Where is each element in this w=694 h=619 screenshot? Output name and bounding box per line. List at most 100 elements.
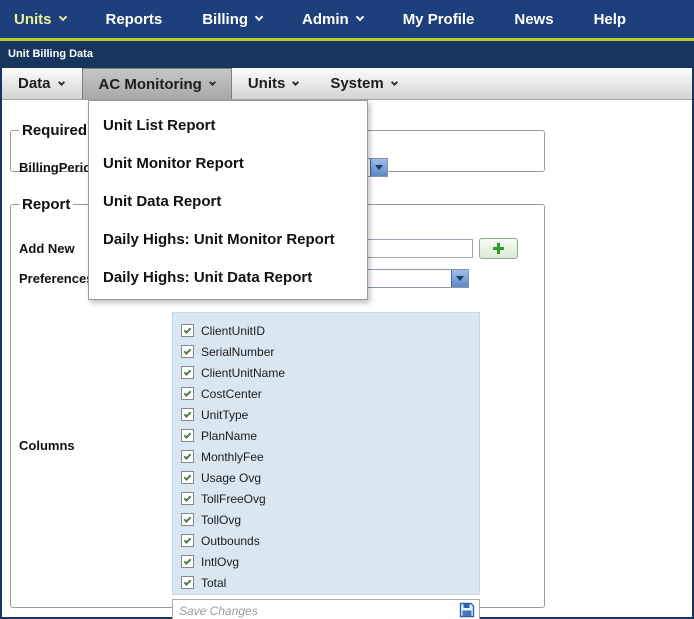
column-row: UnitType — [181, 404, 479, 425]
menu-item-system[interactable]: System — [314, 68, 412, 99]
column-row: Usage Ovg — [181, 467, 479, 488]
check-icon — [183, 577, 192, 586]
chevron-down-icon — [292, 78, 300, 86]
nav-item-news[interactable]: News — [494, 0, 573, 38]
column-label: ClientUnitID — [201, 323, 266, 338]
dropdown-item-unit-monitor-report[interactable]: Unit Monitor Report — [89, 144, 367, 182]
column-row: ClientUnitID — [181, 320, 479, 341]
add-button[interactable] — [479, 238, 518, 259]
required-section-legend: Required — [22, 122, 88, 139]
nav-item-units[interactable]: Units — [0, 0, 86, 38]
check-icon — [183, 451, 192, 460]
nav-item-label: My Profile — [402, 10, 475, 28]
checkbox[interactable] — [181, 576, 194, 589]
chevron-down-icon[interactable] — [451, 270, 468, 287]
nav-item-label: Units — [14, 10, 52, 28]
check-icon — [183, 409, 192, 418]
nav-item-my-profile[interactable]: My Profile — [383, 0, 495, 38]
checkbox[interactable] — [181, 492, 194, 505]
nav-item-reports[interactable]: Reports — [86, 0, 183, 38]
triangle-glyph — [375, 165, 383, 170]
check-icon — [183, 472, 192, 481]
report-menubar: Data AC Monitoring Units System — [2, 68, 692, 100]
save-icon[interactable] — [459, 602, 475, 618]
top-navigation: Units Reports Billing Admin My Profile N… — [0, 0, 694, 41]
column-row: Total — [181, 572, 479, 593]
column-label: UnitType — [201, 407, 249, 422]
nav-item-label: Reports — [105, 10, 163, 28]
check-icon — [183, 388, 192, 397]
chevron-down-icon — [58, 12, 67, 22]
menu-item-data[interactable]: Data — [2, 68, 82, 99]
plus-icon — [493, 243, 504, 254]
menu-item-ac-monitoring[interactable]: AC Monitoring — [81, 68, 232, 99]
check-icon — [183, 430, 192, 439]
column-label: ClientUnitName — [201, 365, 286, 380]
column-row: IntlOvg — [181, 551, 479, 572]
checkbox[interactable] — [181, 387, 194, 400]
column-row: CostCenter — [181, 383, 479, 404]
column-label: TollOvg — [201, 512, 242, 527]
dropdown-item-daily-highs-unit-data-report[interactable]: Daily Highs: Unit Data Report — [89, 258, 367, 296]
checkbox[interactable] — [181, 324, 194, 337]
check-icon — [183, 346, 192, 355]
column-row: SerialNumber — [181, 341, 479, 362]
checkbox[interactable] — [181, 450, 194, 463]
column-label: Outbounds — [201, 533, 260, 548]
content-area: Data AC Monitoring Units System Required — [2, 68, 692, 619]
column-label: TollFreeOvg — [201, 491, 266, 506]
save-changes-field — [172, 599, 480, 619]
dropdown-item-unit-data-report[interactable]: Unit Data Report — [89, 182, 367, 220]
page-title: Unit Billing Data — [8, 48, 93, 60]
column-row: TollOvg — [181, 509, 479, 530]
menu-item-units[interactable]: Units — [232, 68, 315, 99]
check-icon — [183, 556, 192, 565]
nav-item-admin[interactable]: Admin — [282, 0, 383, 38]
menu-item-label: AC Monitoring — [98, 75, 202, 93]
ac-monitoring-dropdown-menu: Unit List Report Unit Monitor Report Uni… — [88, 100, 368, 300]
checkbox[interactable] — [181, 471, 194, 484]
column-label: SerialNumber — [201, 344, 275, 359]
check-icon — [183, 325, 192, 334]
save-changes-input[interactable] — [172, 599, 480, 619]
triangle-glyph — [456, 276, 464, 281]
checkbox[interactable] — [181, 555, 194, 568]
content-frame: Unit Billing Data Data AC Monitoring Uni… — [0, 41, 694, 619]
nav-item-label: News — [514, 10, 554, 28]
dropdown-item-unit-list-report[interactable]: Unit List Report — [89, 106, 367, 144]
column-row: PlanName — [181, 425, 479, 446]
nav-item-label: Admin — [302, 10, 349, 28]
column-row: MonthlyFee — [181, 446, 479, 467]
column-row: Outbounds — [181, 530, 479, 551]
app-window: Units Reports Billing Admin My Profile N… — [0, 0, 694, 619]
column-label: PlanName — [201, 428, 258, 443]
dropdown-item-daily-highs-unit-monitor-report[interactable]: Daily Highs: Unit Monitor Report — [89, 220, 367, 258]
chevron-down-icon — [390, 78, 398, 86]
checkbox[interactable] — [181, 513, 194, 526]
menu-item-label: Data — [18, 75, 51, 92]
chevron-down-icon — [355, 12, 364, 22]
checkbox[interactable] — [181, 366, 194, 379]
preferences-label: Preferences — [19, 271, 94, 286]
menu-item-label: Units — [247, 75, 286, 92]
checkbox[interactable] — [181, 345, 194, 358]
columns-checkbox-list: ClientUnitID SerialNumber ClientUnitName… — [172, 312, 480, 595]
nav-item-help[interactable]: Help — [574, 0, 647, 38]
chevron-down-icon — [254, 12, 264, 22]
checkbox[interactable] — [181, 429, 194, 442]
column-row: ClientUnitName — [181, 362, 479, 383]
chevron-down-icon[interactable] — [370, 159, 387, 176]
column-label: CostCenter — [201, 386, 262, 401]
nav-item-billing[interactable]: Billing — [182, 0, 282, 38]
report-section-legend: Report — [22, 196, 71, 213]
checkbox[interactable] — [181, 408, 194, 421]
column-label: Usage Ovg — [201, 470, 262, 485]
check-icon — [183, 493, 192, 502]
chevron-down-icon — [208, 78, 216, 87]
nav-item-label: Billing — [202, 10, 249, 28]
add-new-label: Add New — [19, 241, 75, 256]
column-label: MonthlyFee — [201, 449, 264, 464]
checkbox[interactable] — [181, 534, 194, 547]
check-icon — [183, 535, 192, 544]
check-icon — [183, 367, 192, 376]
